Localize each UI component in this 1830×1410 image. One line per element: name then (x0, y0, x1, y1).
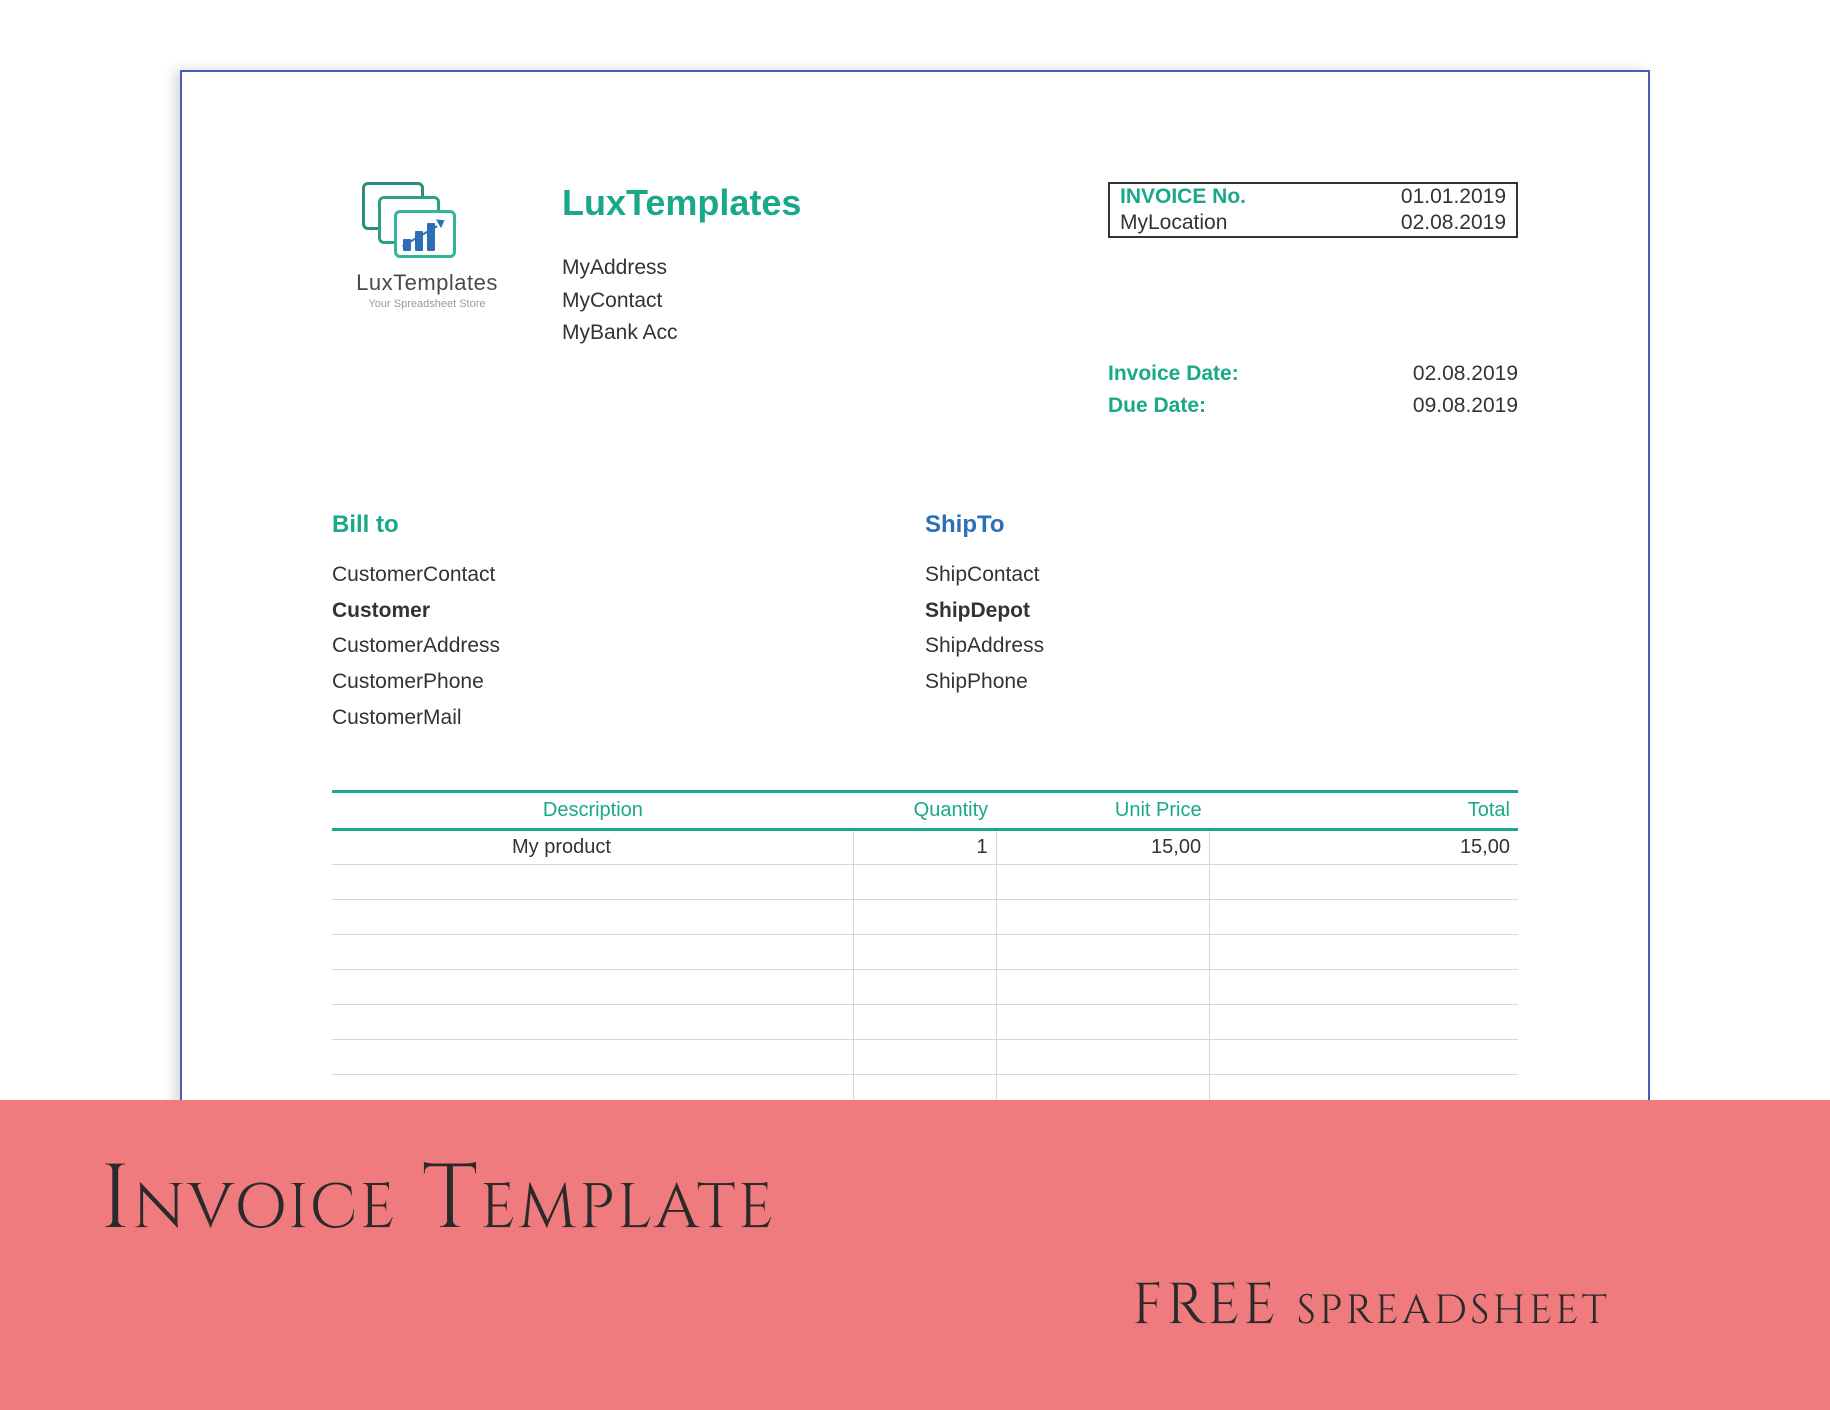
due-date-label: Due Date: (1108, 390, 1206, 422)
table-header-row: Description Quantity Unit Price Total (332, 792, 1518, 830)
bill-name: Customer (332, 593, 925, 629)
ship-to-heading: ShipTo (925, 511, 1518, 539)
invoice-date-value: 02.08.2019 (1413, 358, 1518, 390)
col-total: Total (1210, 792, 1518, 830)
location-date: 02.08.2019 (1401, 211, 1506, 235)
invoice-meta: INVOICE No. 01.01.2019 MyLocation 02.08.… (1108, 182, 1518, 421)
invoice-number-box: INVOICE No. 01.01.2019 MyLocation 02.08.… (1108, 182, 1518, 238)
col-description: Description (332, 792, 854, 830)
table-row: . (332, 1040, 1518, 1075)
date-block: Invoice Date: 02.08.2019 Due Date: 09.08… (1108, 358, 1518, 421)
address-section: Bill to CustomerContact Customer Custome… (332, 511, 1518, 735)
bill-address: CustomerAddress (332, 628, 925, 664)
table-row: . (332, 970, 1518, 1005)
invoice-no-label: INVOICE No. (1120, 185, 1246, 209)
ship-to-block: ShipTo ShipContact ShipDepot ShipAddress… (925, 511, 1518, 735)
table-row: . (332, 1005, 1518, 1040)
table-row: . (332, 900, 1518, 935)
ship-contact: ShipContact (925, 557, 1518, 593)
company-address: MyAddress (562, 252, 1108, 285)
bill-contact: CustomerContact (332, 557, 925, 593)
cell-description: My product (332, 830, 854, 865)
ship-name: ShipDepot (925, 593, 1518, 629)
table-row: . (332, 935, 1518, 970)
col-unit-price: Unit Price (996, 792, 1209, 830)
bill-phone: CustomerPhone (332, 664, 925, 700)
cell-unit-price: 15,00 (996, 830, 1209, 865)
table-row: . (332, 865, 1518, 900)
logo-block: LuxTemplates Your Spreadsheet Store (332, 182, 562, 421)
header: LuxTemplates Your Spreadsheet Store LuxT… (332, 182, 1518, 421)
col-quantity: Quantity (854, 792, 996, 830)
table-row: My product 1 15,00 15,00 (332, 830, 1518, 865)
company-info: LuxTemplates MyAddress MyContact MyBank … (562, 182, 1108, 421)
location-label: MyLocation (1120, 211, 1227, 235)
company-contact: MyContact (562, 285, 1108, 318)
cell-quantity: 1 (854, 830, 996, 865)
logo-tagline: Your Spreadsheet Store (332, 298, 522, 310)
banner-title: Invoice Template (100, 1140, 1740, 1261)
logo-icon (362, 182, 492, 262)
logo-name: LuxTemplates (332, 270, 522, 296)
promo-banner: Invoice Template FREE spreadsheet (0, 1100, 1830, 1410)
cell-total: 15,00 (1210, 830, 1518, 865)
invoice-date-label: Invoice Date: (1108, 358, 1239, 390)
ship-address: ShipAddress (925, 628, 1518, 664)
banner-subtitle: FREE spreadsheet (100, 1266, 1740, 1345)
bill-to-block: Bill to CustomerContact Customer Custome… (332, 511, 925, 735)
bill-mail: CustomerMail (332, 700, 925, 736)
invoice-no-value: 01.01.2019 (1401, 185, 1506, 209)
bill-to-heading: Bill to (332, 511, 925, 539)
company-bank: MyBank Acc (562, 317, 1108, 350)
due-date-value: 09.08.2019 (1413, 390, 1518, 422)
company-name: LuxTemplates (562, 182, 1108, 224)
ship-phone: ShipPhone (925, 664, 1518, 700)
